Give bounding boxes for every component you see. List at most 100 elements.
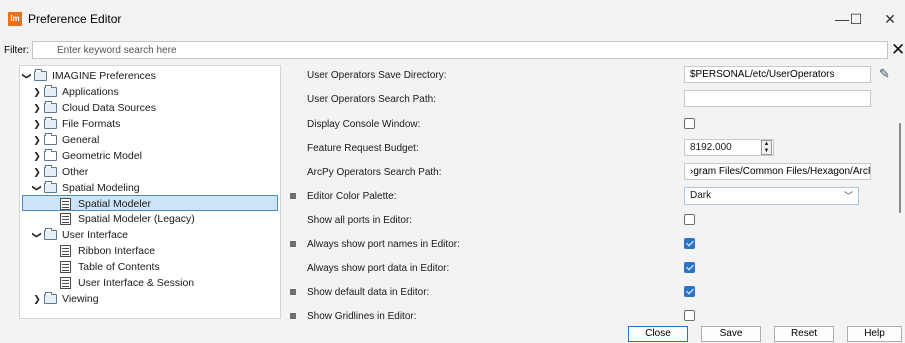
tree-item-label: Ribbon Interface	[78, 245, 156, 257]
scrollbar-thumb[interactable]	[899, 123, 901, 213]
folder-open-icon	[44, 228, 57, 240]
settings-page-icon	[60, 277, 71, 289]
show-gridlines-checkbox[interactable]	[684, 310, 695, 321]
tree-item-applications[interactable]: ❯ Applications	[32, 84, 272, 100]
settings-scrollbar[interactable]	[896, 63, 904, 321]
folder-icon	[44, 101, 57, 113]
tree-item-label: Geometric Model	[62, 150, 142, 162]
tree-item-user-interface[interactable]: ❯ User Interface	[32, 227, 272, 243]
folder-open-icon	[34, 69, 47, 81]
tree-item-label: Spatial Modeler	[78, 198, 151, 210]
chevron-right-icon[interactable]: ❯	[32, 100, 42, 116]
setting-label: User Operators Save Directory:	[307, 70, 447, 81]
show-port-data-checkbox[interactable]	[684, 262, 695, 273]
tree-item-user-interface-session[interactable]: User Interface & Session	[22, 275, 278, 291]
chevron-right-icon[interactable]: ❯	[32, 164, 42, 180]
tree-item-spatial-modeler-legacy[interactable]: Spatial Modeler (Legacy)	[22, 211, 278, 227]
modified-bullet-icon	[290, 313, 296, 319]
setting-label: Display Console Window:	[307, 119, 421, 130]
tree-item-table-of-contents[interactable]: Table of Contents	[22, 259, 278, 275]
filter-clear-icon[interactable]: ✕	[891, 41, 905, 59]
pencil-edit-icon[interactable]: ✎	[879, 66, 890, 82]
tree-item-label: Cloud Data Sources	[62, 102, 156, 114]
editor-color-palette-select[interactable]: Dark ﹀	[684, 187, 859, 205]
spin-down-icon[interactable]: ▼	[762, 148, 771, 155]
tree-item-label: User Interface & Session	[78, 277, 195, 289]
title-bar: Im Preference Editor — ☐ ✕	[0, 0, 905, 38]
tree-item-label: File Formats	[62, 118, 121, 130]
settings-page-icon	[60, 198, 71, 210]
setting-row-editor-color-palette: Editor Color Palette: Dark ﹀	[283, 184, 893, 208]
settings-panel: User Operators Save Directory: $PERSONAL…	[283, 63, 893, 321]
help-button[interactable]: Help	[847, 326, 902, 342]
user-operators-search-path-field[interactable]	[684, 90, 871, 107]
show-port-names-checkbox[interactable]	[684, 238, 695, 249]
setting-row-arcpy-operators-search-path: ArcPy Operators Search Path: ›gram Files…	[283, 160, 893, 184]
folder-icon	[44, 117, 57, 129]
preference-tree: ❯ IMAGINE Preferences ❯ Applications ❯ C…	[19, 65, 281, 319]
modified-bullet-icon	[290, 289, 296, 295]
tree-item-geometric-model[interactable]: ❯ Geometric Model	[32, 148, 272, 164]
filter-search-input[interactable]	[32, 41, 888, 59]
tree-item-label: IMAGINE Preferences	[52, 70, 156, 82]
tree-item-imagine-preferences[interactable]: ❯ IMAGINE Preferences	[22, 68, 272, 84]
setting-label: Editor Color Palette:	[307, 191, 397, 202]
tree-item-label: Applications	[62, 86, 119, 98]
window-close-button[interactable]: ✕	[870, 6, 905, 32]
folder-icon	[44, 133, 57, 145]
settings-page-icon	[60, 261, 71, 273]
chevron-down-icon[interactable]: ❯	[20, 71, 35, 81]
setting-label: Show all ports in Editor:	[307, 215, 413, 226]
save-button[interactable]: Save	[701, 326, 761, 342]
setting-label: Show Gridlines in Editor:	[307, 311, 417, 321]
chevron-down-icon[interactable]: ❯	[29, 230, 45, 240]
setting-row-user-operators-search-path: User Operators Search Path:	[283, 87, 893, 111]
chevron-down-icon[interactable]: ❯	[29, 183, 45, 193]
tree-item-label: Viewing	[62, 293, 99, 305]
spin-up-icon[interactable]: ▲	[762, 141, 771, 148]
tree-item-file-formats[interactable]: ❯ File Formats	[32, 116, 272, 132]
setting-label: Always show port names in Editor:	[307, 239, 460, 250]
tree-item-ribbon-interface[interactable]: Ribbon Interface	[22, 243, 278, 259]
modified-bullet-icon	[290, 241, 296, 247]
chevron-right-icon[interactable]: ❯	[32, 291, 42, 307]
tree-item-spatial-modeling[interactable]: ❯ Spatial Modeling	[32, 180, 272, 196]
tree-item-other[interactable]: ❯ Other	[32, 164, 272, 180]
filter-label: Filter:	[4, 45, 29, 56]
modified-bullet-icon	[290, 193, 296, 199]
show-all-ports-checkbox[interactable]	[684, 214, 695, 225]
user-operators-save-directory-field[interactable]: $PERSONAL/etc/UserOperators	[684, 66, 871, 83]
arcpy-operators-search-path-field[interactable]: ›gram Files/Common Files/Hexagon/ArcPy	[684, 163, 871, 180]
window-title: Preference Editor	[28, 12, 122, 26]
setting-label: Show default data in Editor:	[307, 287, 430, 298]
tree-item-cloud-data-sources[interactable]: ❯ Cloud Data Sources	[32, 100, 272, 116]
chevron-right-icon[interactable]: ❯	[32, 148, 42, 164]
folder-icon	[44, 149, 57, 161]
tree-item-label: General	[62, 134, 100, 146]
setting-row-show-gridlines: Show Gridlines in Editor:	[283, 304, 893, 321]
display-console-window-checkbox[interactable]	[684, 118, 695, 129]
settings-page-icon	[60, 245, 71, 257]
setting-row-show-port-data: Always show port data in Editor:	[283, 256, 893, 280]
chevron-right-icon[interactable]: ❯	[32, 84, 42, 100]
folder-icon	[44, 85, 57, 97]
spin-buttons[interactable]: ▲ ▼	[761, 140, 772, 155]
tree-item-spatial-modeler[interactable]: Spatial Modeler	[22, 195, 278, 211]
show-default-data-checkbox[interactable]	[684, 286, 695, 297]
reset-button[interactable]: Reset	[774, 326, 834, 342]
setting-row-display-console-window: Display Console Window:	[283, 112, 893, 136]
setting-row-show-all-ports: Show all ports in Editor:	[283, 208, 893, 232]
chevron-down-icon[interactable]: ﹀	[844, 188, 853, 204]
select-value: Dark	[690, 190, 712, 201]
setting-row-user-operators-save-directory: User Operators Save Directory: $PERSONAL…	[283, 63, 893, 87]
chevron-right-icon[interactable]: ❯	[32, 116, 42, 132]
setting-row-feature-request-budget: Feature Request Budget: 8192.000 ▲ ▼	[283, 136, 893, 160]
close-button[interactable]: Close	[628, 326, 688, 342]
tree-item-general[interactable]: ❯ General	[32, 132, 272, 148]
preference-editor-window: Im Preference Editor — ☐ ✕ Filter: ✕ ❯ I…	[0, 0, 905, 343]
tree-item-viewing[interactable]: ❯ Viewing	[32, 291, 272, 307]
chevron-right-icon[interactable]: ❯	[32, 132, 42, 148]
tree-item-label: Spatial Modeling	[62, 182, 140, 194]
folder-open-icon	[44, 181, 57, 193]
setting-label: ArcPy Operators Search Path:	[307, 167, 442, 178]
